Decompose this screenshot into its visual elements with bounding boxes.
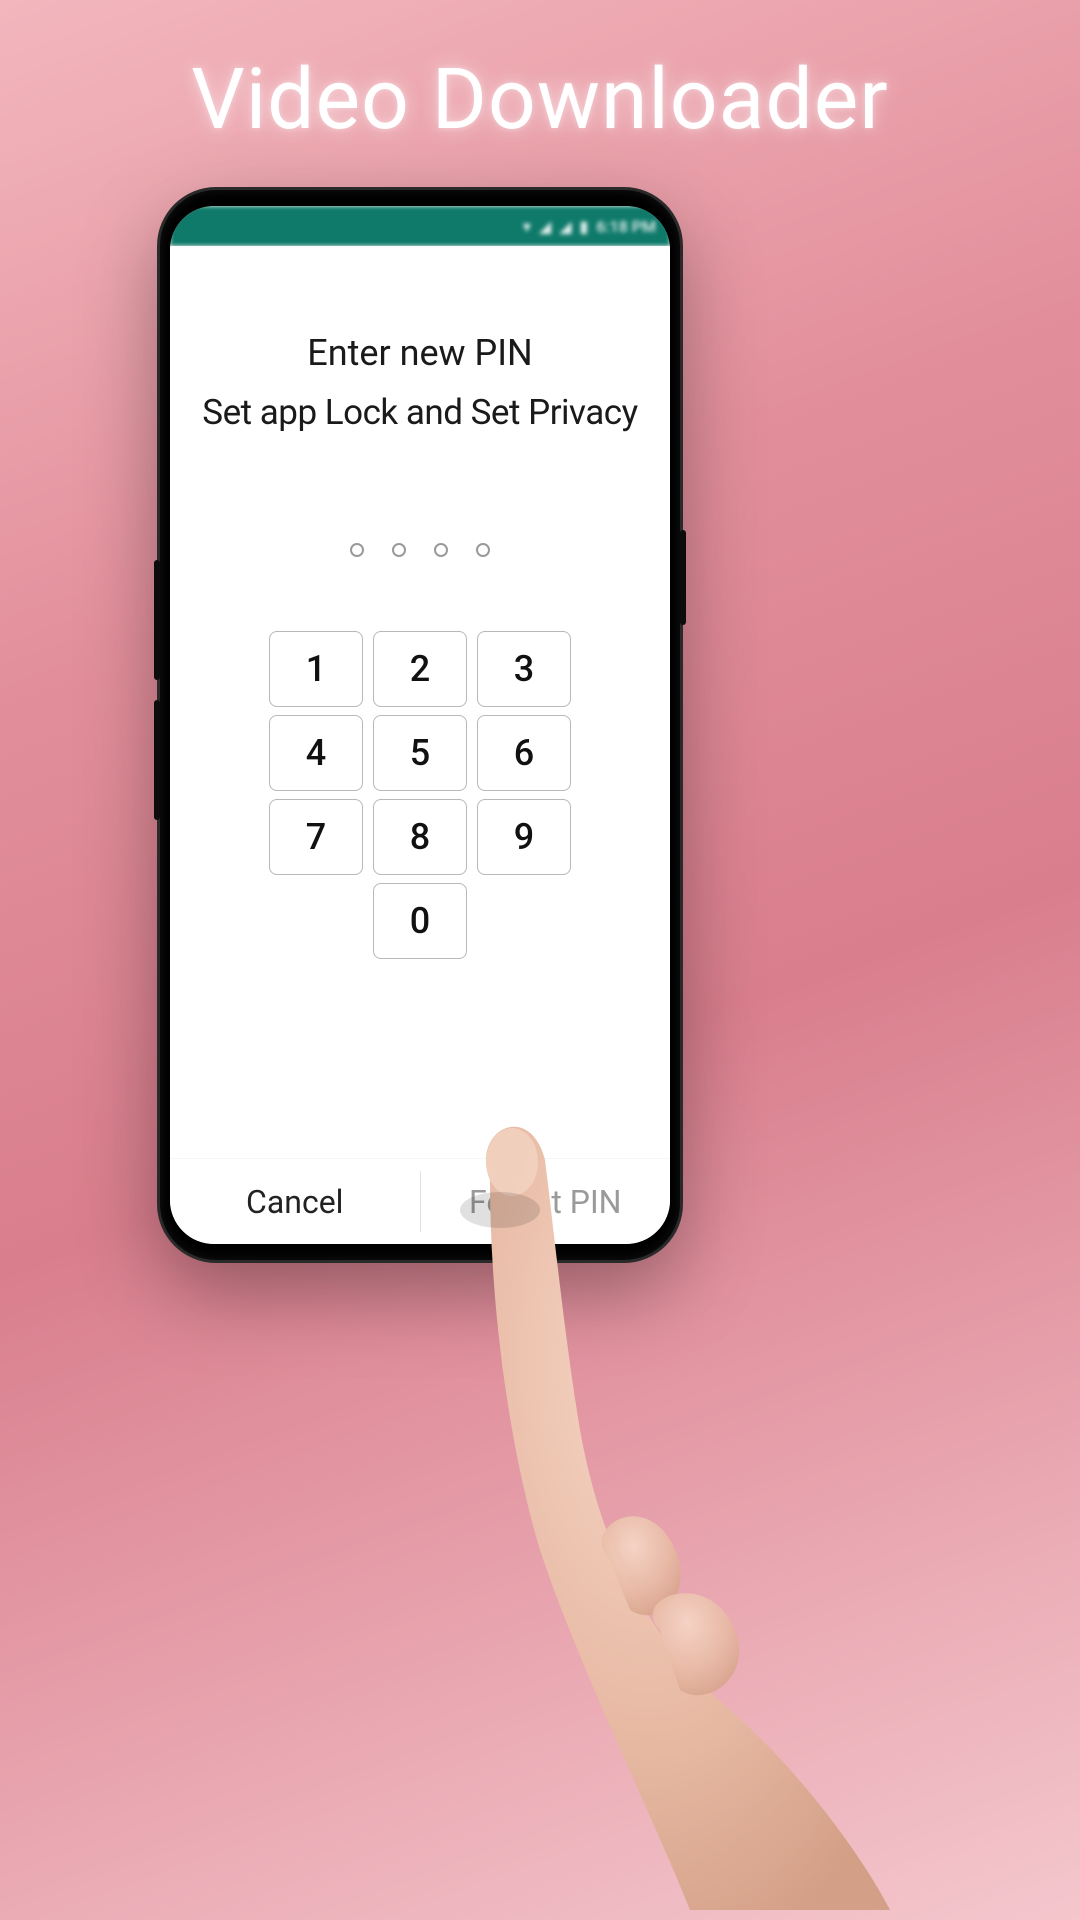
status-time: 6:18 PM — [596, 217, 656, 236]
key-2[interactable]: 2 — [373, 631, 467, 707]
cancel-button[interactable]: Cancel — [170, 1159, 420, 1244]
status-bar: ▾ ◢ ◢ ▮ 6:18 PM — [170, 206, 670, 246]
key-6[interactable]: 6 — [477, 715, 571, 791]
pin-dots — [170, 543, 670, 557]
pin-dot — [476, 543, 490, 557]
key-5[interactable]: 5 — [373, 715, 467, 791]
page-title: Video Downloader — [0, 50, 1080, 149]
key-1[interactable]: 1 — [269, 631, 363, 707]
key-4[interactable]: 4 — [269, 715, 363, 791]
pin-dot — [434, 543, 448, 557]
battery-icon: ▮ — [580, 217, 589, 236]
key-3[interactable]: 3 — [477, 631, 571, 707]
bottom-actions: Cancel Forgot PIN — [170, 1158, 670, 1244]
phone-side-button — [154, 700, 160, 820]
pin-subheading: Set app Lock and Set Privacy — [170, 392, 670, 433]
pin-dot — [392, 543, 406, 557]
pin-screen: Enter new PIN Set app Lock and Set Priva… — [170, 246, 670, 1244]
key-9[interactable]: 9 — [477, 799, 571, 875]
key-7[interactable]: 7 — [269, 799, 363, 875]
phone-screen: ▾ ◢ ◢ ▮ 6:18 PM Enter new PIN Set app Lo… — [170, 206, 670, 1244]
pin-dot — [350, 543, 364, 557]
signal-icon: ◢ — [539, 217, 551, 236]
wifi-icon: ▾ — [523, 217, 531, 236]
key-8[interactable]: 8 — [373, 799, 467, 875]
numeric-keypad: 1 2 3 4 5 6 7 8 9 0 — [170, 631, 670, 959]
forgot-pin-button[interactable]: Forgot PIN — [421, 1159, 671, 1244]
signal-2-icon: ◢ — [559, 217, 571, 236]
key-0[interactable]: 0 — [373, 883, 467, 959]
phone-frame: ▾ ◢ ◢ ▮ 6:18 PM Enter new PIN Set app Lo… — [160, 190, 680, 1260]
pin-heading: Enter new PIN — [170, 332, 670, 374]
